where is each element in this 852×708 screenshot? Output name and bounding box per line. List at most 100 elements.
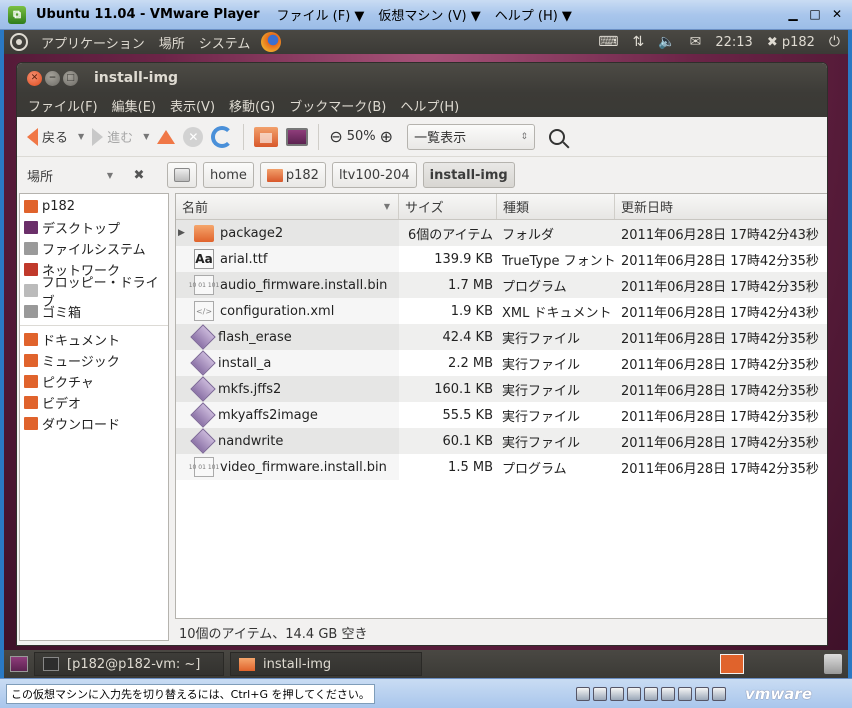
zoom-in-icon: ⊕ [379,127,394,146]
place-icon [24,417,38,430]
table-row[interactable]: Aa arial.ttf 139.9 KB TrueType フォント 2011年06月… [176,246,827,272]
up-button[interactable] [153,129,179,144]
expander-icon[interactable]: ▶ [178,228,188,238]
clock[interactable]: 22:13 [715,35,752,50]
minimize-icon[interactable]: ▁ [784,6,802,22]
search-icon[interactable] [549,128,566,145]
menu-edit[interactable]: 編集(E) [105,96,163,115]
window-minimize-icon[interactable]: − [45,70,60,86]
place-icon [24,242,38,255]
menu-view[interactable]: 表示(V) [163,96,222,115]
list-header: 名前 ▼ サイズ 種類 更新日時 [176,194,827,220]
vmware-menu-vm[interactable]: 仮想マシン (V) ▼ [375,3,483,26]
zoom-out-button[interactable]: ⊖ [325,127,346,146]
message-icon[interactable] [695,686,709,701]
show-desktop-icon[interactable] [10,656,28,672]
menu-file[interactable]: ファイル(F) [21,96,105,115]
cd-icon[interactable] [593,686,607,701]
vm-screen[interactable]: アプリケーション 場所 システム ⌨ ⇅ 🔈 ✉ 22:13 ✖ p182 ⏻ … [4,30,848,678]
vmware-menu-help[interactable]: ヘルプ (H) ▼ [492,3,575,26]
file-modified: 2011年06月28日 17時42分35秒 [621,357,819,373]
ubuntu-logo-icon[interactable] [10,33,28,51]
window-close-icon[interactable]: ✕ [27,70,42,86]
window-titlebar[interactable]: ✕ − □ install-img [17,63,827,93]
forward-button[interactable]: 進む ▼ [88,127,153,146]
view-mode-select[interactable]: 一覧表示 ⇕ [407,123,536,150]
view-mode-value: 一覧表示 [414,131,467,146]
chevron-down-icon[interactable]: ▼ [78,132,84,141]
vmware-menubar: ファイル (F) ▼ 仮想マシン (V) ▼ ヘルプ (H) ▼ [274,3,575,26]
column-name-header[interactable]: 名前 ▼ [176,194,399,219]
mail-icon[interactable]: ✉ [690,34,702,50]
sidebar-item[interactable]: ミュージック [20,350,168,371]
sidebar-item-label: ビデオ [42,397,82,412]
hdd-icon[interactable] [576,686,590,701]
computer-button[interactable] [282,127,312,146]
side-pane-selector[interactable]: 場所 ▼ [17,166,121,185]
usb-icon[interactable] [644,686,658,701]
back-button[interactable]: 戻る ▼ [23,127,88,146]
sidebar-item[interactable]: デスクトップ [20,217,168,238]
menu-go[interactable]: 移動(G) [222,96,282,115]
taskbar-terminal[interactable]: [p182@p182-vm: ~] [34,652,224,676]
table-row[interactable]: nandwrite 60.1 KB 実行ファイル 2011年06月28日 17時42分… [176,428,827,454]
table-row[interactable]: 10 01 101 audio_firmware.install.bin 1.7 M… [176,272,827,298]
column-date-header[interactable]: 更新日時 [615,194,827,219]
chevron-down-icon[interactable]: ▼ [143,132,149,141]
sidebar-item[interactable]: p182 [20,196,168,217]
power-icon[interactable]: ⏻ [829,34,840,50]
sidebar-item[interactable]: ダウンロード [20,413,168,434]
sidebar-item[interactable]: ピクチャ [20,371,168,392]
table-row[interactable]: mkfs.jffs2 160.1 KB 実行ファイル 2011年06月28日 17時4… [176,376,827,402]
workspace-switcher[interactable] [720,654,744,674]
close-side-pane-icon[interactable]: ✖ [121,168,157,183]
crumb-home[interactable]: home [203,162,254,188]
trash-icon[interactable] [824,654,842,674]
network-icon[interactable]: ⇅ [632,34,644,50]
sound-icon[interactable] [678,686,692,701]
zoom-in-button[interactable]: ⊕ [376,127,397,146]
column-type-header[interactable]: 種類 [497,194,615,219]
home-button[interactable] [250,126,282,147]
sidebar-item[interactable]: ドキュメント [20,329,168,350]
volume-icon[interactable]: 🔈 [658,34,675,50]
firefox-icon[interactable] [261,32,282,52]
window-maximize-icon[interactable]: □ [63,70,78,86]
printer-icon[interactable] [661,686,675,701]
crumb-user[interactable]: p182 [259,162,326,188]
menu-places[interactable]: 場所 [152,33,192,52]
table-row[interactable]: </> configuration.xml 1.9 KB XML ドキュメント 2011… [176,298,827,324]
user-menu[interactable]: ✖ p182 [767,35,815,50]
network-adapter-icon[interactable] [627,686,641,701]
table-row[interactable]: 10 01 101 video_firmware.install.bin 1.5 M… [176,454,827,480]
crumb-current[interactable]: install-img [422,162,515,188]
stop-button[interactable]: ✕ [179,126,207,147]
sidebar-item-label: ファイルシステム [42,243,146,258]
menu-help[interactable]: ヘルプ(H) [393,96,466,115]
menu-applications[interactable]: アプリケーション [34,33,152,52]
reload-button[interactable] [207,125,237,148]
close-icon[interactable]: ✕ [828,6,846,22]
sidebar-item[interactable]: フロッピー・ドライブ [20,276,168,310]
zoom-level: 50% [346,129,376,144]
file-type: プログラム [502,279,567,295]
crumb-ltv[interactable]: ltv100-204 [331,162,417,188]
taskbar-file-manager[interactable]: install-img [230,652,422,676]
keyboard-icon[interactable]: ⌨ [598,34,618,50]
vmware-menu-file[interactable]: ファイル (F) ▼ [274,3,368,26]
user-name: p182 [781,34,815,50]
crumb-root[interactable] [167,162,197,188]
sidebar-item[interactable]: ファイルシステム [20,238,168,259]
menu-system[interactable]: システム [192,33,258,52]
home-folder-icon [266,168,283,182]
fullscreen-icon[interactable] [712,686,726,701]
menu-bookmarks[interactable]: ブックマーク(B) [282,96,393,115]
table-row[interactable]: flash_erase 42.4 KB 実行ファイル 2011年06月28日 17時4… [176,324,827,350]
table-row[interactable]: mkyaffs2image 55.5 KB 実行ファイル 2011年06月28日 17… [176,402,827,428]
maximize-icon[interactable]: □ [806,6,824,22]
table-row[interactable]: install_a 2.2 MB 実行ファイル 2011年06月28日 17時42分3… [176,350,827,376]
column-size-header[interactable]: サイズ [399,194,497,219]
sidebar-item[interactable]: ビデオ [20,392,168,413]
floppy-icon[interactable] [610,686,624,701]
table-row[interactable]: ▶ package2 6個のアイテム フォルダ 2011年06月28日 17時42分43… [176,220,827,246]
